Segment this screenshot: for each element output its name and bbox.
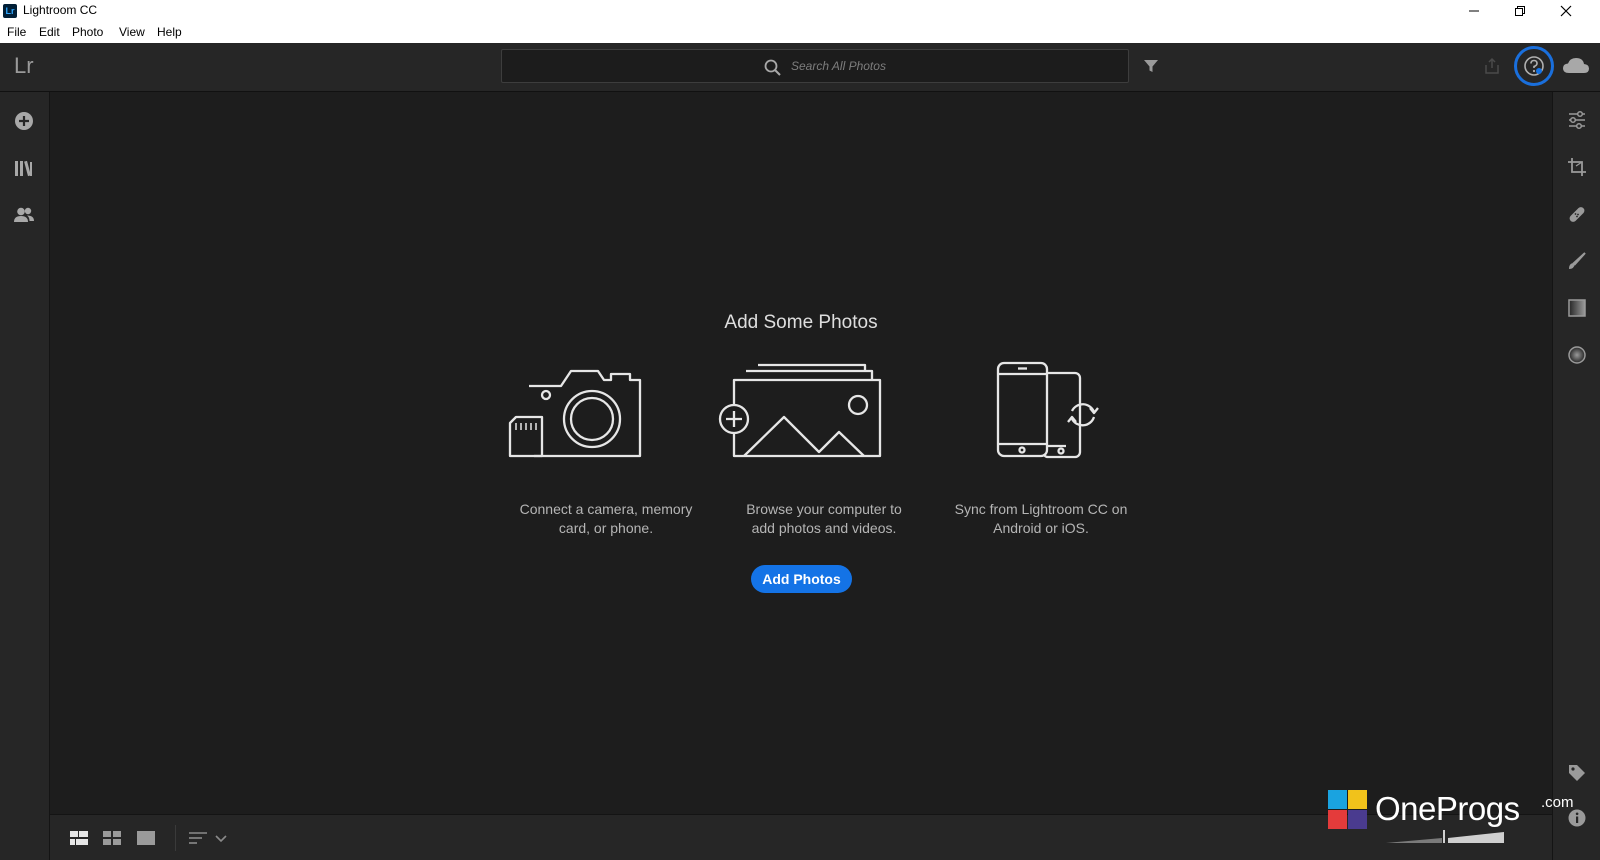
share-button[interactable] <box>1476 50 1508 82</box>
tag-icon <box>1569 765 1585 781</box>
radial-gradient-panel-button[interactable] <box>1561 339 1593 371</box>
menu-bar: File Edit Photo View Help <box>0 22 1600 44</box>
square-grid-icon <box>70 831 88 845</box>
brush-panel-button[interactable] <box>1561 245 1593 277</box>
menu-help[interactable]: Help <box>157 25 182 39</box>
camera-icon <box>508 369 642 458</box>
help-icon <box>1524 56 1544 76</box>
mobile-option-text: Sync from Lightroom CC on Android or iOS… <box>954 501 1128 536</box>
watermark-underline <box>1386 830 1504 843</box>
lightroom-app-icon: Lr <box>3 4 17 18</box>
sort-dropdown-button[interactable] <box>210 823 232 853</box>
menu-view[interactable]: View <box>119 25 145 39</box>
window-title: Lightroom CC <box>23 3 98 17</box>
detail-view-button[interactable] <box>131 823 161 853</box>
help-button[interactable] <box>1514 46 1554 86</box>
search-field[interactable]: Search All Photos <box>501 49 1129 83</box>
close-icon <box>1560 5 1572 17</box>
library-icon <box>15 160 32 177</box>
sort-icon <box>189 832 207 844</box>
brush-icon <box>1569 252 1586 269</box>
sort-button[interactable] <box>183 823 213 853</box>
crop-icon <box>1568 158 1586 176</box>
restore-icon <box>1515 6 1525 16</box>
cloud-icon <box>1563 58 1589 73</box>
menu-file[interactable]: File <box>7 25 26 39</box>
phone-sync-icon <box>996 361 1099 459</box>
crop-panel-button[interactable] <box>1561 151 1593 183</box>
watermark-name: OneProgs <box>1375 790 1520 827</box>
search-icon <box>764 59 781 76</box>
minimize-icon <box>1469 10 1479 12</box>
filter-icon <box>1144 60 1158 72</box>
filter-button[interactable] <box>1135 50 1167 82</box>
square-grid-view-button[interactable] <box>64 823 94 853</box>
chevron-down-icon <box>215 835 227 843</box>
camera-option-text: Connect a camera, memory card, or phone. <box>519 501 693 536</box>
healing-icon <box>1569 207 1585 222</box>
people-icon <box>14 207 34 222</box>
healing-panel-button[interactable] <box>1561 198 1593 230</box>
cloud-sync-button[interactable] <box>1560 50 1592 82</box>
menu-photo[interactable]: Photo <box>72 25 103 39</box>
people-rail-button[interactable] <box>8 199 40 231</box>
search-placeholder: Search All Photos <box>791 59 886 73</box>
close-button[interactable] <box>1543 0 1589 22</box>
left-rail <box>0 92 50 860</box>
bottom-bar-divider <box>175 825 176 851</box>
keywords-panel-button[interactable] <box>1561 757 1593 789</box>
linear-gradient-panel-button[interactable] <box>1561 292 1593 324</box>
grid-view-button[interactable] <box>97 823 127 853</box>
add-image-icon <box>718 363 882 458</box>
menu-edit[interactable]: Edit <box>39 25 60 39</box>
radial-gradient-icon <box>1568 346 1586 364</box>
computer-option-text: Browse your computer to add photos and v… <box>746 501 902 536</box>
minimize-button[interactable] <box>1451 0 1497 22</box>
watermark-suffix: .com <box>1541 794 1574 811</box>
grid-icon <box>103 831 121 845</box>
oneprogs-watermark: OneProgs .com <box>1328 788 1578 848</box>
linear-gradient-icon <box>1568 299 1586 317</box>
single-image-icon <box>137 831 155 845</box>
lr-logo: Lr <box>14 53 34 78</box>
share-icon <box>1485 57 1499 74</box>
oneprogs-logo <box>1328 790 1367 829</box>
top-toolbar: Lr Search All Photos <box>0 43 1600 92</box>
add-photos-button[interactable]: Add Photos <box>751 565 852 593</box>
library-rail-button[interactable] <box>8 152 40 184</box>
title-bar: Lr Lightroom CC <box>0 0 1600 22</box>
main-content: Add Some Photos Connect a camera, memory… <box>50 92 1552 814</box>
right-rail <box>1552 92 1600 860</box>
bottom-bar <box>50 814 1552 860</box>
empty-state-heading: Add Some Photos <box>724 312 878 333</box>
add-icon <box>15 112 33 130</box>
restore-button[interactable] <box>1497 0 1543 22</box>
add-photos-rail-button[interactable] <box>8 105 40 137</box>
edit-sliders-icon <box>1569 110 1585 130</box>
edit-panel-button[interactable] <box>1561 104 1593 136</box>
